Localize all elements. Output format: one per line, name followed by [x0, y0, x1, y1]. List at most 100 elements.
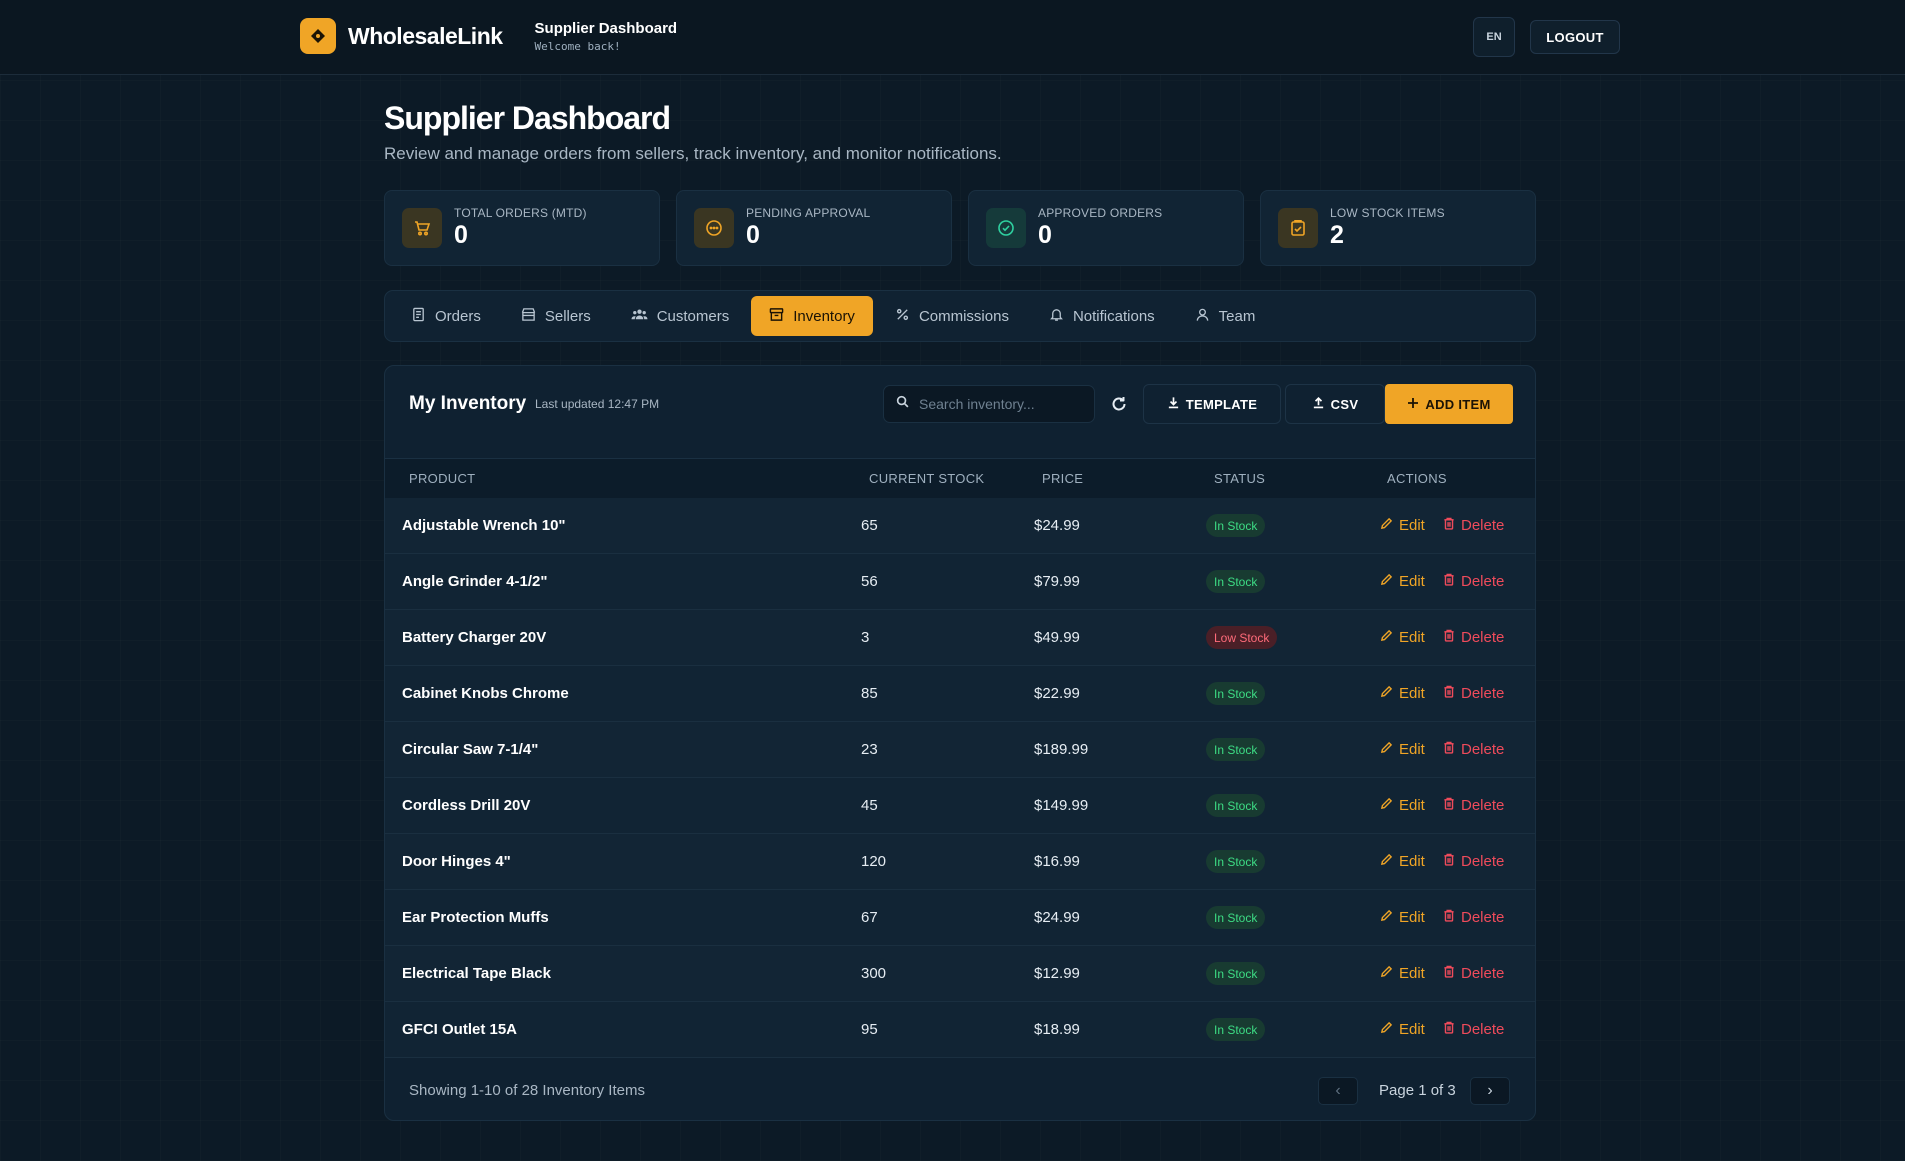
stats-row: TOTAL ORDERS (MTD) 0 PENDING APPROVAL 0 …	[384, 190, 1536, 266]
edit-button[interactable]: Edit	[1380, 741, 1425, 758]
product-name: Angle Grinder 4-1/2"	[402, 573, 548, 590]
last-updated: Last updated 12:47 PM	[535, 397, 660, 411]
tab-label: Commissions	[918, 307, 1009, 325]
product-name: Ear Protection Muffs	[402, 909, 549, 926]
tab-customers[interactable]: Customers	[613, 296, 748, 336]
column-header-actions: ACTIONS	[1387, 471, 1447, 486]
current-stock: 95	[861, 1021, 878, 1038]
edit-label: Edit	[1399, 853, 1425, 870]
users-icon	[631, 307, 648, 326]
edit-label: Edit	[1399, 629, 1425, 646]
edit-button[interactable]: Edit	[1380, 629, 1425, 646]
status-badge: In Stock	[1206, 794, 1266, 817]
pagination-summary: Showing 1-10 of 28 Inventory Items	[409, 1082, 645, 1099]
tab-team[interactable]: Team	[1177, 296, 1274, 336]
previous-page-button[interactable]: ‹	[1318, 1077, 1358, 1105]
tab-inventory[interactable]: Inventory	[751, 296, 873, 336]
trash-icon	[1443, 517, 1455, 534]
pencil-icon	[1380, 853, 1393, 870]
tab-sellers[interactable]: Sellers	[503, 296, 609, 336]
column-header-stock: CURRENT STOCK	[869, 471, 985, 486]
search-box[interactable]	[883, 385, 1095, 423]
template-button[interactable]: TEMPLATE	[1143, 384, 1281, 424]
csv-label: CSV	[1330, 396, 1359, 412]
status-badge: In Stock	[1206, 682, 1266, 705]
edit-button[interactable]: Edit	[1380, 909, 1425, 926]
chevron-right-icon: ›	[1487, 1082, 1493, 1099]
stat-approved-orders: APPROVED ORDERS 0	[968, 190, 1244, 266]
inventory-title: My Inventory	[409, 393, 527, 414]
tab-orders[interactable]: Orders	[393, 296, 499, 336]
pencil-icon	[1380, 797, 1393, 814]
edit-button[interactable]: Edit	[1380, 573, 1425, 590]
brand[interactable]: WholesaleLink Supplier Dashboard Welcome…	[300, 18, 677, 54]
delete-label: Delete	[1461, 685, 1505, 702]
language-button[interactable]: EN	[1473, 17, 1515, 57]
tab-label: Orders	[435, 307, 481, 325]
box-icon	[769, 307, 784, 326]
edit-button[interactable]: Edit	[1380, 517, 1425, 534]
edit-button[interactable]: Edit	[1380, 1021, 1425, 1038]
status-badge: In Stock	[1206, 962, 1266, 985]
delete-button[interactable]: Delete	[1443, 629, 1504, 646]
delete-button[interactable]: Delete	[1443, 1021, 1504, 1038]
add-item-button[interactable]: ADD ITEM	[1385, 384, 1513, 424]
product-name: Circular Saw 7-1/4"	[402, 741, 539, 758]
brand-name: WholesaleLink	[348, 22, 503, 49]
refresh-icon[interactable]	[1107, 392, 1131, 416]
product-name: Cabinet Knobs Chrome	[402, 685, 569, 702]
delete-button[interactable]: Delete	[1443, 685, 1504, 702]
edit-label: Edit	[1399, 573, 1425, 590]
header-subtitle: Welcome back!	[534, 39, 621, 53]
column-header-price: PRICE	[1042, 471, 1084, 486]
table-row: Circular Saw 7-1/4" 23 $189.99 In Stock Edit…	[385, 722, 1535, 778]
search-input[interactable]	[919, 396, 1079, 412]
pencil-icon	[1380, 573, 1393, 590]
next-page-button[interactable]: ›	[1470, 1077, 1510, 1105]
current-stock: 23	[861, 741, 878, 758]
price: $12.99	[1034, 965, 1080, 982]
delete-button[interactable]: Delete	[1443, 797, 1504, 814]
edit-label: Edit	[1399, 797, 1425, 814]
logout-button[interactable]: LOGOUT	[1530, 20, 1620, 54]
table-row: Cordless Drill 20V 45 $149.99 In Stock Edit D…	[385, 778, 1535, 834]
delete-button[interactable]: Delete	[1443, 853, 1504, 870]
top-bar: WholesaleLink Supplier Dashboard Welcome…	[0, 0, 1905, 75]
tab-notifications[interactable]: Notifications	[1031, 296, 1173, 336]
delete-button[interactable]: Delete	[1443, 573, 1504, 590]
delete-button[interactable]: Delete	[1443, 965, 1504, 982]
table-row: GFCI Outlet 15A 95 $18.99 In Stock Edit Delet…	[385, 1002, 1535, 1058]
table-row: Electrical Tape Black 300 $12.99 In Stock Ed…	[385, 946, 1535, 1002]
trash-icon	[1443, 797, 1455, 814]
inventory-card: My Inventory Last updated 12:47 PM TEMPL…	[384, 365, 1536, 1121]
table-footer: Showing 1-10 of 28 Inventory Items ‹ Pag…	[385, 1060, 1535, 1120]
price: $149.99	[1034, 797, 1089, 814]
current-stock: 67	[861, 909, 878, 926]
page-title: Supplier Dashboard	[384, 100, 671, 136]
edit-label: Edit	[1399, 741, 1425, 758]
stat-value: 0	[1038, 221, 1052, 249]
cart-icon	[402, 208, 442, 248]
edit-button[interactable]: Edit	[1380, 853, 1425, 870]
delete-button[interactable]: Delete	[1443, 909, 1504, 926]
edit-button[interactable]: Edit	[1380, 965, 1425, 982]
tab-commissions[interactable]: Commissions	[877, 296, 1027, 336]
table-row: Adjustable Wrench 10" 65 $24.99 In Stock Edi…	[385, 498, 1535, 554]
stat-value: 0	[454, 221, 468, 249]
price: $49.99	[1034, 629, 1080, 646]
pencil-icon	[1380, 1021, 1393, 1038]
csv-upload-button[interactable]: CSV	[1285, 384, 1385, 424]
edit-button[interactable]: Edit	[1380, 685, 1425, 702]
delete-button[interactable]: Delete	[1443, 741, 1504, 758]
trash-icon	[1443, 685, 1455, 702]
status-badge: In Stock	[1206, 738, 1266, 761]
delete-button[interactable]: Delete	[1443, 517, 1504, 534]
product-name: Door Hinges 4"	[402, 853, 511, 870]
stat-label: APPROVED ORDERS	[1038, 206, 1163, 220]
user-icon	[1195, 307, 1210, 326]
receipt-icon	[411, 307, 426, 326]
pencil-icon	[1380, 909, 1393, 926]
trash-icon	[1443, 965, 1455, 982]
edit-button[interactable]: Edit	[1380, 797, 1425, 814]
stat-label: LOW STOCK ITEMS	[1330, 206, 1445, 220]
